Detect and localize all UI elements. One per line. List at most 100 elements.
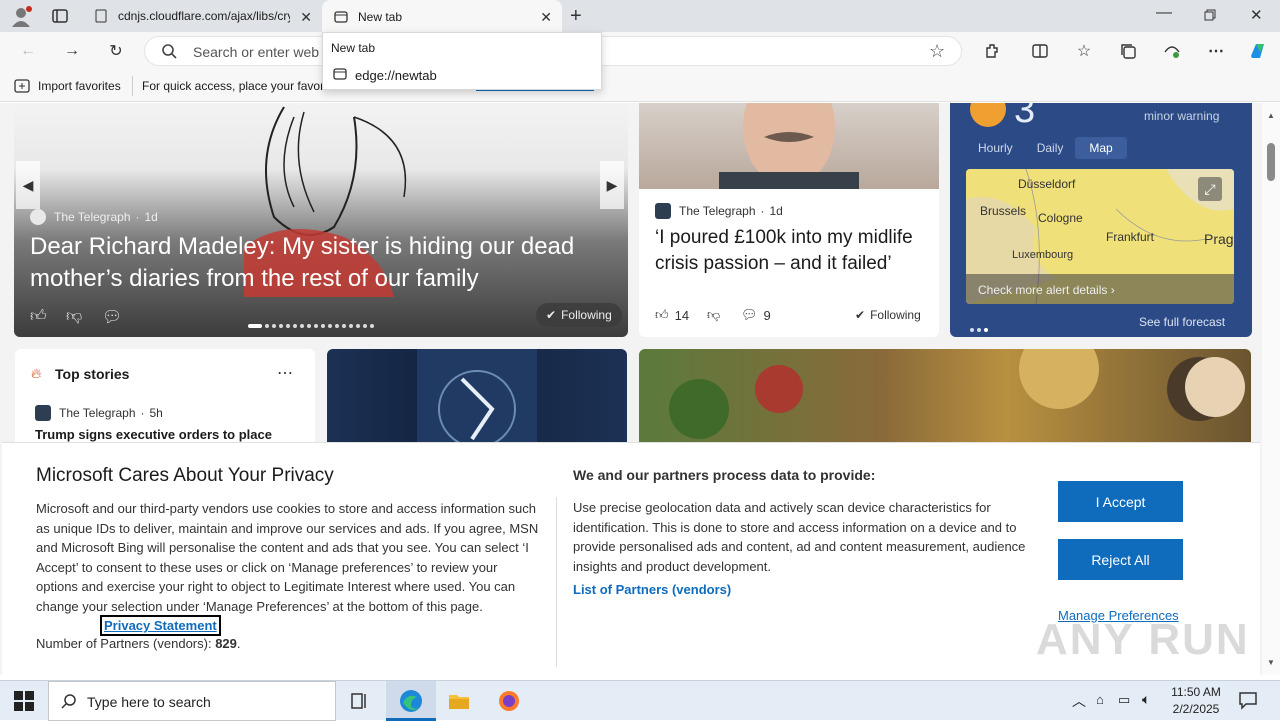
search-icon (161, 43, 177, 64)
carousel-dots[interactable] (248, 315, 377, 333)
weather-card[interactable]: 3 minor warning Hourly Daily Map Düsseld… (950, 103, 1252, 337)
dislike-icon[interactable]: 👎︎ (66, 307, 82, 326)
firefox-icon[interactable] (498, 690, 520, 717)
comment-icon: 💬︎ (741, 307, 758, 322)
volume-icon[interactable]: 🔈︎ (1142, 691, 1150, 708)
scroll-thumb[interactable] (1267, 143, 1275, 181)
tab-new-tab[interactable]: New tab ✕ (322, 0, 562, 34)
newtab-icon (333, 67, 347, 86)
refresh-icon[interactable]: ↻ (104, 40, 128, 62)
hero-source: The Telegraph · 1d (30, 209, 158, 225)
forward-icon[interactable]: → (60, 40, 84, 62)
dislike-icon[interactable]: 👎︎ (707, 307, 720, 323)
hero-card[interactable]: ◀ ▶ The Telegraph · 1d Dear Richard Madele… (14, 103, 628, 337)
source-age: 1d (144, 210, 158, 224)
restore-icon[interactable] (1204, 8, 1216, 26)
collections-icon[interactable] (1116, 40, 1140, 62)
back-icon[interactable]: ← (16, 40, 40, 62)
comment-icon[interactable]: 💬︎ (102, 307, 122, 327)
connection-icon[interactable]: ▭ (1118, 692, 1130, 708)
reject-all-button[interactable]: Reject All (1058, 539, 1183, 580)
source-name: The Telegraph (54, 210, 131, 224)
taskbar-search-placeholder: Type here to search (87, 694, 211, 710)
like-button[interactable]: 👍︎ 14 (655, 307, 689, 323)
windows-start-icon[interactable] (14, 691, 34, 716)
profile-icon[interactable] (10, 5, 32, 27)
like-count: 14 (674, 307, 690, 323)
comment-count: 9 (763, 307, 771, 323)
import-favorites-link[interactable]: Import favorites (38, 79, 121, 93)
tab-cdnjs[interactable]: cdnjs.cloudflare.com/ajax/libs/crypt ✕ (84, 0, 322, 32)
more-options-icon[interactable]: ⋯ (1204, 40, 1228, 62)
copilot-icon[interactable] (1246, 40, 1270, 62)
new-tab-plus-icon[interactable]: + (570, 5, 582, 28)
split-screen-icon[interactable] (1028, 40, 1052, 62)
performance-icon[interactable] (1160, 40, 1184, 62)
carousel-prev-icon[interactable]: ◀ (16, 161, 40, 209)
newtab-icon (334, 10, 348, 24)
task-view-icon[interactable] (350, 691, 370, 716)
more-options-icon[interactable]: ⋯ (277, 363, 293, 383)
close-tab-icon[interactable]: ✕ (540, 9, 552, 26)
story-source: The Telegraph · 1d (655, 203, 783, 219)
check-icon: ✔ (546, 308, 557, 322)
comment-button[interactable]: 💬︎ 9 (741, 307, 771, 323)
story-card[interactable]: The Telegraph · 1d ‘I poured £100k into my… (639, 103, 939, 337)
expand-map-icon[interactable]: ⤢ (1198, 177, 1222, 201)
file-explorer-icon[interactable] (448, 691, 470, 716)
close-window-icon[interactable]: ✕ (1250, 6, 1263, 24)
partners-prefix: Number of Partners (vendors): (36, 636, 212, 651)
following-label: Following (870, 308, 921, 322)
extensions-icon[interactable] (980, 40, 1004, 62)
tab-actions-icon[interactable] (50, 6, 72, 26)
page-icon (94, 9, 108, 23)
accept-button[interactable]: I Accept (1058, 481, 1183, 522)
page-scrollbar[interactable]: ▲ ▼ (1262, 103, 1280, 675)
top-story-headline[interactable]: Trump signs executive orders to place (35, 427, 272, 442)
taskbar-edge-button[interactable] (386, 681, 436, 721)
following-button[interactable]: ✔ Following (536, 303, 622, 327)
favorites-icon[interactable]: ☆ (1072, 40, 1096, 62)
network-icon[interactable]: ⌂ (1096, 692, 1104, 707)
favorite-star-icon[interactable]: ☆ (929, 41, 945, 62)
clock[interactable]: 11:50 AM 2/2/2025 (1170, 684, 1222, 718)
top-stories-title: Top stories (55, 366, 130, 382)
weather-tab-map[interactable]: Map (1075, 137, 1127, 159)
clock-date: 2/2/2025 (1172, 702, 1220, 716)
map-city: Prag (1204, 231, 1234, 247)
story-headline[interactable]: ‘I poured £100k into my midlife crisis p… (655, 225, 925, 277)
scroll-down-icon[interactable]: ▼ (1267, 658, 1275, 667)
tab-hover-card: New tab edge://newtab (322, 32, 602, 90)
weather-tab-daily[interactable]: Daily (1025, 137, 1076, 159)
telegraph-logo-icon (655, 203, 671, 219)
like-icon[interactable]: 👍︎ (30, 307, 47, 326)
see-full-forecast-link[interactable]: See full forecast (1139, 315, 1225, 329)
scroll-up-icon[interactable]: ▲ (1267, 111, 1275, 120)
following-button[interactable]: ✔ Following (855, 308, 921, 322)
source-age: 5h (149, 406, 163, 420)
taskbar-search-box[interactable]: Type here to search (48, 681, 336, 721)
weather-page-dots[interactable] (970, 319, 991, 337)
edge-icon (400, 690, 422, 712)
chevron-right-icon: › (1110, 283, 1115, 297)
alert-details-link[interactable]: Check more alert details › (966, 274, 1234, 304)
partners-list-link[interactable]: List of Partners (vendors) (573, 582, 731, 597)
carousel-next-icon[interactable]: ▶ (600, 161, 624, 209)
weather-alert[interactable]: minor warning (1144, 109, 1219, 123)
favorites-hint: For quick access, place your favorites h… (142, 79, 322, 93)
divider (132, 76, 133, 96)
hero-headline[interactable]: Dear Richard Madeley: My sister is hidin… (30, 231, 600, 295)
weather-map[interactable]: Düsseldorf Brussels Cologne Frankfurt Pr… (966, 169, 1234, 304)
weather-tab-hourly[interactable]: Hourly (966, 137, 1025, 159)
minimize-icon[interactable]: — (1156, 4, 1172, 22)
import-icon (14, 79, 30, 96)
tray-chevron-up-icon[interactable]: ︿ (1072, 691, 1086, 711)
divider (556, 497, 557, 667)
privacy-statement-link[interactable]: Privacy Statement (100, 615, 221, 636)
map-city: Cologne (1038, 211, 1083, 225)
close-tab-icon[interactable]: ✕ (300, 9, 312, 26)
notifications-icon[interactable] (1238, 690, 1258, 715)
telegraph-logo-icon (30, 209, 46, 225)
data-purpose-body: Use precise geolocation data and activel… (573, 500, 1026, 574)
hover-card-title: New tab (331, 41, 376, 55)
